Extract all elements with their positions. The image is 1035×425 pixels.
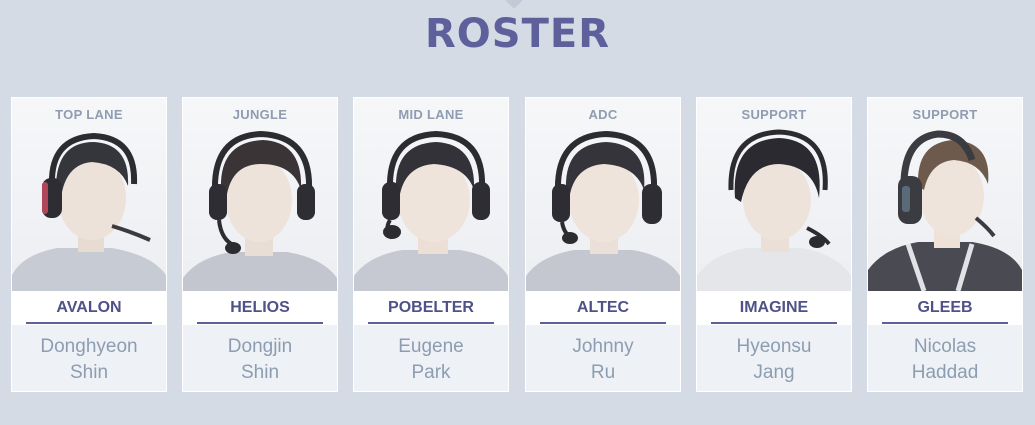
player-portrait-icon	[526, 130, 680, 291]
player-first-name: Eugene	[398, 336, 464, 357]
player-photo-area: ADC	[526, 98, 680, 291]
player-real-name: Nicolas Haddad	[868, 334, 1022, 386]
player-card-4[interactable]: SUPPORT IMAGINE Hyeonsu Jang	[696, 97, 852, 392]
player-real-name: Dongjin Shin	[183, 334, 337, 386]
player-last-name: Shin	[69, 362, 109, 383]
player-nameplate: HELIOS	[183, 291, 337, 325]
player-nameplate: GLEEB	[868, 291, 1022, 325]
player-photo-area: JUNGLE	[183, 98, 337, 291]
player-last-name: Jang	[753, 362, 795, 383]
player-portrait-icon	[697, 129, 851, 291]
player-nickname: HELIOS	[230, 299, 290, 316]
player-nickname: POBELTER	[388, 299, 474, 316]
player-first-name: Donghyeon	[40, 336, 138, 357]
nickname-underline	[711, 322, 837, 324]
nickname-underline	[540, 322, 666, 324]
player-real-name: Hyeonsu Jang	[697, 334, 851, 386]
roster-grid: TOP LANE AVALON Donghyeon Shin JUNGLE HE…	[11, 97, 1031, 393]
player-role: TOP LANE	[55, 107, 123, 122]
player-first-name: Hyeonsu	[736, 336, 812, 357]
header-notch-decoration	[504, 0, 524, 9]
player-real-name: Eugene Park	[354, 334, 508, 386]
player-nickname: AVALON	[56, 299, 122, 316]
player-first-name: Nicolas	[913, 336, 977, 357]
player-nameplate: ALTEC	[526, 291, 680, 325]
player-portrait-icon	[12, 132, 166, 291]
player-photo-area: MID LANE	[354, 98, 508, 291]
player-first-name: Dongjin	[227, 336, 293, 357]
player-role: MID LANE	[398, 107, 464, 122]
player-nameplate: IMAGINE	[697, 291, 851, 325]
player-last-name: Park	[411, 362, 451, 383]
player-card-2[interactable]: MID LANE POBELTER Eugene Park	[353, 97, 509, 392]
player-photo-area: SUPPORT	[697, 98, 851, 291]
player-role: SUPPORT	[741, 107, 807, 122]
player-portrait-icon	[183, 130, 337, 291]
nickname-underline	[368, 322, 494, 324]
player-nickname: ALTEC	[576, 299, 630, 316]
player-card-3[interactable]: ADC ALTEC Johnny Ru	[525, 97, 681, 392]
player-portrait-icon	[868, 130, 1022, 291]
player-nameplate: AVALON	[12, 291, 166, 325]
player-last-name: Haddad	[911, 362, 979, 383]
player-photo-area: SUPPORT	[868, 98, 1022, 291]
player-card-1[interactable]: JUNGLE HELIOS Dongjin Shin	[182, 97, 338, 392]
player-photo-area: TOP LANE	[12, 98, 166, 291]
player-role: SUPPORT	[912, 107, 978, 122]
nickname-underline	[882, 322, 1008, 324]
player-nickname: IMAGINE	[739, 299, 809, 316]
nickname-underline	[26, 322, 152, 324]
player-last-name: Shin	[240, 362, 280, 383]
page-title: ROSTER	[424, 11, 611, 57]
nickname-underline	[197, 322, 323, 324]
player-first-name: Johnny	[572, 336, 634, 357]
player-card-5[interactable]: SUPPORT GLEEB Nicolas Haddad	[867, 97, 1023, 392]
player-real-name: Johnny Ru	[526, 334, 680, 386]
player-role: ADC	[588, 107, 618, 122]
player-last-name: Ru	[590, 362, 616, 383]
player-portrait-icon	[354, 130, 508, 291]
player-nickname: GLEEB	[917, 299, 973, 316]
player-real-name: Donghyeon Shin	[12, 334, 166, 386]
player-role: JUNGLE	[232, 107, 288, 122]
player-card-0[interactable]: TOP LANE AVALON Donghyeon Shin	[11, 97, 167, 392]
player-nameplate: POBELTER	[354, 291, 508, 325]
